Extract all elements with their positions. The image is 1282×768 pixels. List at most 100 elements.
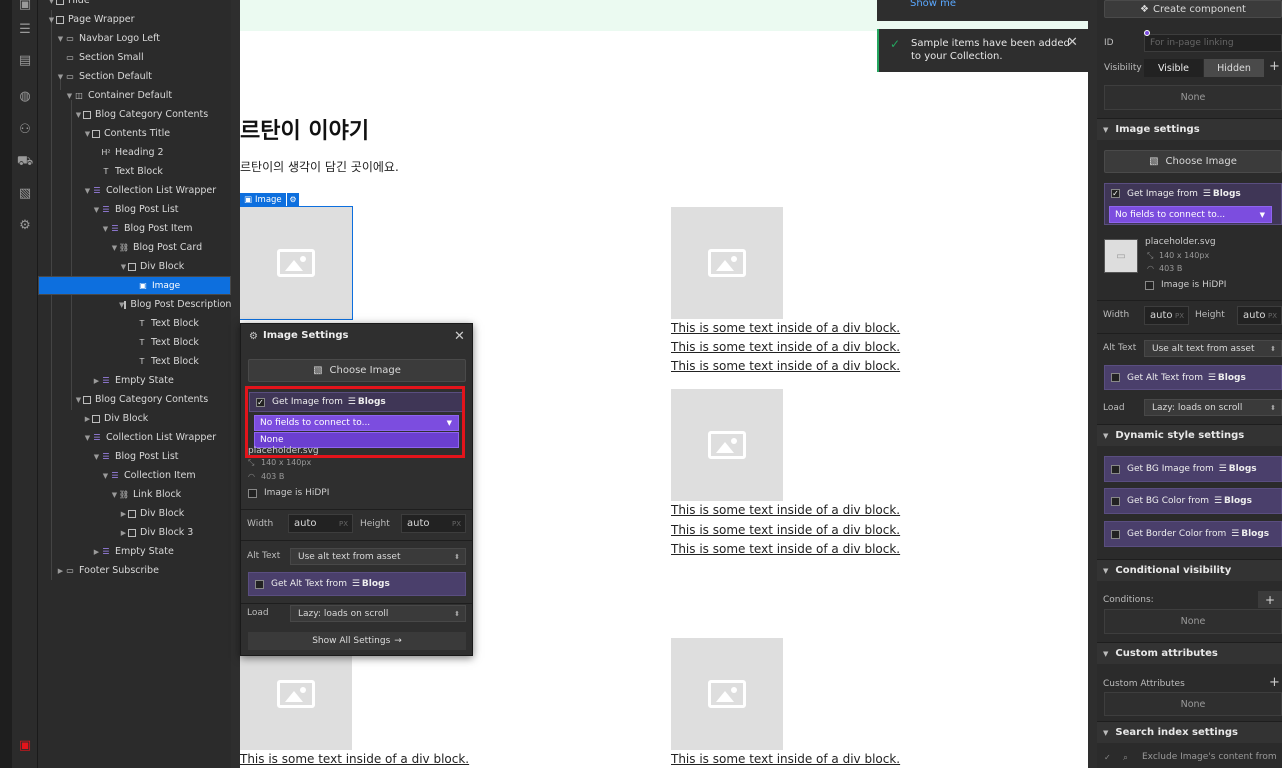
assets-icon[interactable]: ▧: [17, 185, 33, 201]
selected-image-placeholder[interactable]: [240, 206, 353, 320]
get-alt-text-binding[interactable]: Get Alt Text from ☰ Blogs: [1104, 365, 1282, 390]
nav-item[interactable]: ▶ ☰ Empty State: [38, 542, 231, 561]
navigator-scrollbar[interactable]: [231, 0, 240, 768]
caret-down-icon[interactable]: ▼: [110, 244, 119, 252]
height-input[interactable]: auto PX: [401, 514, 466, 533]
caret-down-icon[interactable]: ▼: [74, 111, 83, 119]
custom-attributes-header[interactable]: ▼ Custom attributes: [1097, 642, 1282, 664]
nav-item[interactable]: ▣ Image: [38, 276, 231, 295]
caret-down-icon[interactable]: ▼: [47, 16, 56, 24]
nav-item[interactable]: ▼ ☰ Blog Post List: [38, 200, 231, 219]
caret-right-icon[interactable]: ▶: [56, 567, 65, 575]
add-attribute-icon[interactable]: +: [1269, 675, 1280, 690]
caret-right-icon[interactable]: ▶: [92, 377, 101, 385]
visible-toggle[interactable]: Visible: [1144, 59, 1203, 77]
get-bg-color-binding[interactable]: Get BG Color from ☰ Blogs: [1104, 488, 1282, 514]
add-condition-icon[interactable]: +: [1258, 591, 1282, 608]
nav-item[interactable]: T Text Block: [38, 162, 231, 181]
checkbox-icon[interactable]: [1111, 464, 1120, 474]
image-placeholder[interactable]: [671, 389, 783, 501]
hidden-toggle[interactable]: Hidden: [1204, 59, 1264, 77]
caret-down-icon[interactable]: ▼: [92, 453, 101, 461]
navigator-icon[interactable]: ☰: [17, 21, 33, 37]
popup-close-icon[interactable]: ✕: [454, 329, 465, 344]
checkbox-icon[interactable]: [1145, 280, 1154, 290]
nav-item[interactable]: ▶ Div Block: [38, 409, 231, 428]
image-placeholder[interactable]: [671, 638, 783, 750]
nav-item[interactable]: ▶ Div Block: [38, 504, 231, 523]
nav-item[interactable]: ▼ ☰ Blog Post Item: [38, 219, 231, 238]
caret-down-icon[interactable]: ▼: [65, 92, 74, 100]
ecommerce-cart-icon[interactable]: ⛟: [17, 154, 33, 170]
div-text[interactable]: This is some text inside of a div block.: [671, 340, 900, 354]
div-text[interactable]: This is some text inside of a div block.: [671, 523, 900, 537]
nav-item[interactable]: ▼ ☰ Collection List Wrapper: [38, 181, 231, 200]
alt-text-select[interactable]: Use alt text from asset ⬍: [1144, 340, 1282, 357]
nav-item[interactable]: ▼ Div Block: [38, 257, 231, 276]
width-input[interactable]: auto PX: [1144, 306, 1189, 325]
checkbox-icon[interactable]: [1111, 529, 1120, 539]
caret-down-icon[interactable]: ▼: [101, 472, 110, 480]
caret-down-icon[interactable]: ▼: [56, 35, 65, 43]
caret-down-icon[interactable]: ▼: [74, 396, 83, 404]
nav-item[interactable]: ▶ Div Block 3: [38, 523, 231, 542]
create-component-button[interactable]: ❖ Create component: [1104, 0, 1282, 18]
nav-item[interactable]: ▶ ☰ Empty State: [38, 371, 231, 390]
element-settings-gear-icon[interactable]: ⚙: [287, 193, 299, 206]
caret-right-icon[interactable]: ▶: [92, 548, 101, 556]
image-thumbnail[interactable]: ▭: [1104, 239, 1138, 273]
checkbox-icon[interactable]: [248, 488, 257, 498]
hidpi-checkbox[interactable]: Image is HiDPI: [1145, 280, 1226, 290]
checkbox-icon[interactable]: [255, 579, 264, 589]
nav-item[interactable]: ▼ Blog Category Contents: [38, 390, 231, 409]
nav-item[interactable]: T Text Block: [38, 352, 231, 371]
get-alt-text-binding[interactable]: Get Alt Text from ☰ Blogs: [248, 572, 466, 596]
settings-gear-icon[interactable]: ⚙: [17, 217, 33, 233]
hidpi-checkbox[interactable]: Image is HiDPI: [248, 488, 329, 498]
choose-image-button[interactable]: ▧ Choose Image: [1104, 150, 1282, 173]
load-select[interactable]: Lazy: loads on scroll ⬍: [1144, 399, 1282, 416]
caret-down-icon[interactable]: ▼: [83, 130, 92, 138]
checkbox-icon[interactable]: [1111, 373, 1120, 382]
id-input[interactable]: For in-page linking: [1144, 34, 1282, 52]
nav-item[interactable]: ▼ ☰ Collection Item: [38, 466, 231, 485]
nav-item[interactable]: ▭ Section Small: [38, 48, 231, 67]
alt-text-select[interactable]: Use alt text from asset ⬍: [290, 548, 466, 565]
caret-down-icon[interactable]: ▼: [119, 263, 128, 271]
checkbox-icon[interactable]: [1111, 496, 1120, 506]
add-icon[interactable]: +: [1269, 59, 1280, 74]
caret-down-icon[interactable]: ▼: [110, 491, 119, 499]
width-input[interactable]: auto PX: [288, 514, 353, 533]
nav-item[interactable]: ▼ ☰ Collection List Wrapper: [38, 428, 231, 447]
div-text[interactable]: This is some text inside of a div block.: [671, 503, 900, 517]
nav-item[interactable]: ▼ ▭ Navbar Logo Left: [38, 29, 231, 48]
caret-down-icon[interactable]: ▼: [92, 206, 101, 214]
field-connect-dropdown[interactable]: No fields to connect to... ▼: [1109, 206, 1272, 223]
nav-item[interactable]: T Text Block: [38, 314, 231, 333]
users-icon[interactable]: ⚇: [17, 121, 33, 137]
div-text[interactable]: This is some text inside of a div block.: [671, 359, 900, 373]
layout-icon[interactable]: ▣: [17, 0, 33, 12]
caret-down-icon[interactable]: ▼: [83, 187, 92, 195]
conditional-visibility-header[interactable]: ▼ Conditional visibility: [1097, 559, 1282, 581]
image-placeholder[interactable]: [671, 207, 783, 319]
choose-image-button[interactable]: ▧ Choose Image: [248, 359, 466, 382]
nav-item[interactable]: ▼ Contents Title: [38, 124, 231, 143]
image-settings-header[interactable]: ▼ Image settings: [1097, 118, 1282, 140]
show-me-link[interactable]: Show me: [910, 0, 956, 9]
caret-down-icon[interactable]: ▼: [101, 225, 110, 233]
nav-item[interactable]: ▼ ☰ Blog Post List: [38, 447, 231, 466]
div-text[interactable]: This is some text inside of a div block.: [671, 542, 900, 556]
search-index-header[interactable]: ▼ Search index settings: [1097, 721, 1282, 743]
nav-item[interactable]: ▼ Page Wrapper: [38, 10, 231, 29]
div-text[interactable]: This is some text inside of a div block.: [671, 321, 900, 335]
checkbox-checked-icon[interactable]: ✓: [1111, 189, 1120, 198]
nav-item[interactable]: ▼ ▭ Section Default: [38, 67, 231, 86]
selected-element-tag[interactable]: ▣ Image: [240, 193, 286, 206]
caret-right-icon[interactable]: ▶: [83, 415, 92, 423]
canvas-scrollbar[interactable]: [1088, 0, 1097, 768]
nav-item[interactable]: ▼ ⛓ Link Block: [38, 485, 231, 504]
checkbox-checked-icon[interactable]: ✓: [1104, 753, 1111, 762]
record-icon[interactable]: ▣: [17, 737, 33, 753]
get-bg-image-binding[interactable]: Get BG Image from ☰ Blogs: [1104, 456, 1282, 482]
